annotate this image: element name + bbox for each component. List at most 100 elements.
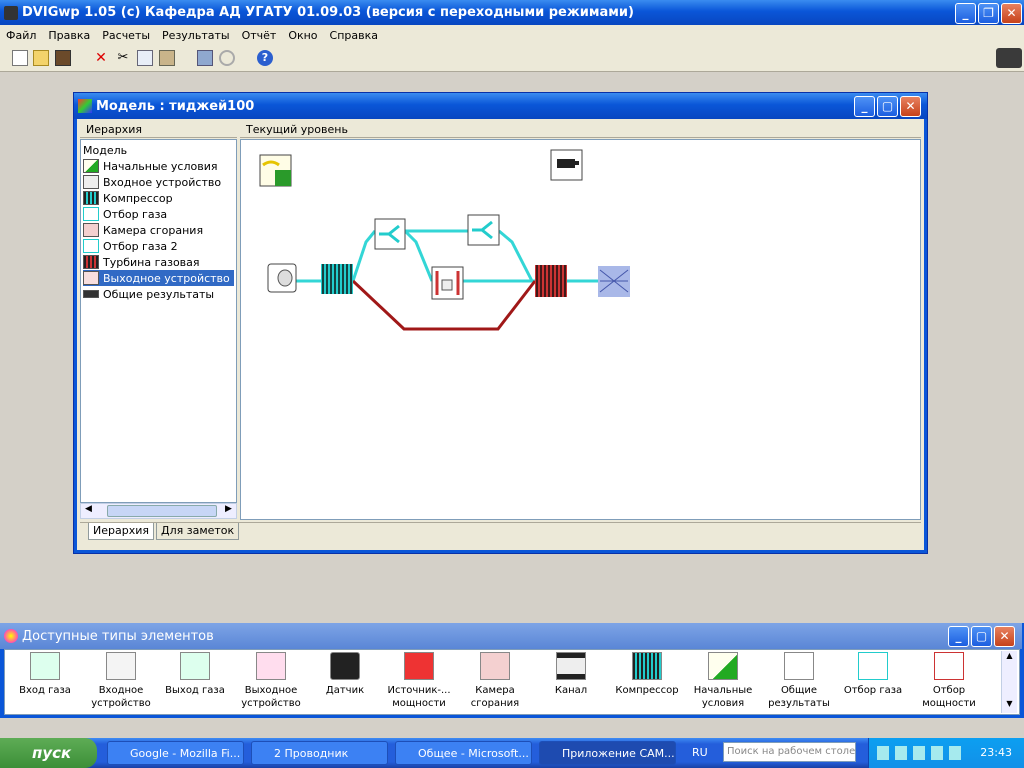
open-folder-icon[interactable] <box>33 50 49 66</box>
paste-icon[interactable] <box>159 50 175 66</box>
gas-line-compressor-bleed <box>351 230 377 282</box>
scroll-thumb[interactable] <box>107 505 217 517</box>
hierarchy-header: Иерархия <box>80 122 237 138</box>
sensor-icon <box>330 652 360 680</box>
inlet-device-icon <box>106 652 136 680</box>
palette-item-bleed[interactable]: Отбор газа <box>835 652 911 697</box>
help-icon[interactable]: ? <box>257 50 273 66</box>
palette-item-initial-conditions[interactable]: Начальные условия <box>685 652 761 710</box>
menu-window[interactable]: Окно <box>282 29 323 42</box>
tree-horizontal-scrollbar[interactable]: ◀ ▶ <box>80 503 237 519</box>
task-firefox[interactable]: Google - Mozilla Fi... <box>107 741 244 765</box>
tree-item-bleed[interactable]: Отбор газа <box>83 206 167 222</box>
turbine-icon <box>83 255 99 269</box>
combustor-icon <box>83 223 99 237</box>
delete-icon[interactable]: ✕ <box>93 50 109 66</box>
compressor-node[interactable] <box>321 264 353 294</box>
initial-conditions-node[interactable] <box>259 154 292 187</box>
palette-minimize-button[interactable]: _ <box>948 626 969 647</box>
language-indicator[interactable]: RU <box>692 746 708 759</box>
tree-item-inlet[interactable]: Входное устройство <box>83 174 221 190</box>
menu-results[interactable]: Результаты <box>156 29 236 42</box>
scroll-left-icon[interactable]: ◀ <box>81 504 96 518</box>
copy-icon[interactable] <box>137 50 153 66</box>
tray-icons[interactable] <box>877 746 967 760</box>
menu-file[interactable]: Файл <box>0 29 42 42</box>
palette-maximize-button[interactable]: ▢ <box>971 626 992 647</box>
palette-item-results[interactable]: Общие результаты <box>761 652 837 710</box>
model-close-button[interactable]: ✕ <box>900 96 921 117</box>
new-file-icon[interactable] <box>12 50 28 66</box>
tree-item-combustor[interactable]: Камера сгорания <box>83 222 203 238</box>
tree-item-bleed-2[interactable]: Отбор газа 2 <box>83 238 178 254</box>
nozzle-node[interactable] <box>598 266 630 297</box>
stop-icon[interactable] <box>219 50 235 66</box>
tree-item-turbine[interactable]: Турбина газовая <box>83 254 200 270</box>
model-window: Модель : тиджей100 _ ▢ ✕ Иерархия Текущи… <box>73 92 928 554</box>
palette-vertical-scrollbar[interactable]: ▲ ▼ <box>1001 651 1017 713</box>
model-minimize-button[interactable]: _ <box>854 96 875 117</box>
bleed-2-icon <box>83 239 99 253</box>
palette-item-combustor[interactable]: Камера сгорания <box>457 652 533 710</box>
properties-icon[interactable] <box>197 50 213 66</box>
start-button[interactable]: пуск <box>0 738 97 768</box>
app-title-bar: DVIGwp 1.05 (c) Кафедра АД УГАТУ 01.09.0… <box>0 0 1024 25</box>
palette-title-bar: Доступные типы элементов _ ▢ ✕ <box>0 623 1022 649</box>
hierarchy-tree: Модель Начальные условия Входное устройс… <box>80 139 237 503</box>
clock[interactable]: 23:43 <box>980 746 1012 759</box>
menu-calc[interactable]: Расчеты <box>96 29 156 42</box>
tree-item-compressor[interactable]: Компрессор <box>83 190 173 206</box>
model-canvas[interactable] <box>240 139 921 520</box>
palette-close-button[interactable]: ✕ <box>994 626 1015 647</box>
palette-item-channel[interactable]: Канал <box>533 652 609 697</box>
task-app-active[interactable]: Приложение CAM... <box>539 741 676 765</box>
menu-report[interactable]: Отчёт <box>236 29 283 42</box>
app-icon <box>4 5 18 20</box>
tab-notes[interactable]: Для заметок <box>156 523 240 540</box>
minimize-button[interactable]: _ <box>955 3 976 24</box>
engine-scheme-diagram <box>259 149 630 331</box>
tree-item-initial-conditions[interactable]: Начальные условия <box>83 158 217 174</box>
scroll-right-icon[interactable]: ▶ <box>221 504 236 518</box>
compressor-palette-icon <box>632 652 662 680</box>
tree-item-results[interactable]: Общие результаты <box>83 286 214 302</box>
palette-scroll-up-icon[interactable]: ▲ <box>1002 651 1017 665</box>
cut-icon[interactable]: ✂ <box>115 50 131 66</box>
palette-title: Доступные типы элементов <box>22 628 214 644</box>
bleed-2-node[interactable] <box>467 214 500 246</box>
bleed-node[interactable] <box>374 218 406 250</box>
close-button[interactable]: ✕ <box>1001 3 1022 24</box>
tree-item-nozzle[interactable]: Выходное устройство <box>83 270 234 286</box>
palette-scroll-down-icon[interactable]: ▼ <box>1002 699 1017 713</box>
palette-item-power-offtake[interactable]: Отбор мощности <box>911 652 987 710</box>
turbine-node[interactable] <box>535 265 567 297</box>
current-level-header: Текущий уровень <box>240 122 921 138</box>
menu-edit[interactable]: Правка <box>42 29 96 42</box>
maximize-button[interactable]: ❐ <box>978 3 999 24</box>
palette-item-power-source[interactable]: Источник-... мощности <box>381 652 457 710</box>
model-maximize-button[interactable]: ▢ <box>877 96 898 117</box>
results-node[interactable] <box>550 149 583 181</box>
tab-hierarchy[interactable]: Иерархия <box>88 523 154 540</box>
model-window-title: Модель : тиджей100 <box>96 98 255 114</box>
nozzle-icon <box>83 271 99 285</box>
menu-help[interactable]: Справка <box>324 29 384 42</box>
model-window-icon <box>78 99 92 113</box>
save-icon[interactable] <box>55 50 71 66</box>
taskbar: пуск Google - Mozilla Fi... 2 Проводник … <box>0 738 1024 768</box>
palette-item-nozzle[interactable]: Выходное устройство <box>233 652 309 710</box>
tree-root[interactable]: Модель <box>83 142 127 158</box>
palette-item-gas-outlet[interactable]: Выход газа <box>157 652 233 697</box>
palette-item-gas-inlet[interactable]: Вход газа <box>7 652 83 697</box>
combustor-node[interactable] <box>431 266 464 300</box>
inlet-node[interactable] <box>267 263 297 293</box>
task-word[interactable]: Общее - Microsoft... <box>395 741 532 765</box>
channel-icon <box>556 652 586 680</box>
desktop-search-input[interactable]: Поиск на рабочем столе <box>723 742 856 762</box>
task-explorer[interactable]: 2 Проводник <box>251 741 388 765</box>
palette-item-inlet[interactable]: Входное устройство <box>83 652 159 710</box>
menu-bar: Файл Правка Расчеты Результаты Отчёт Окн… <box>0 25 1024 45</box>
bleed-palette-icon <box>858 652 888 680</box>
palette-item-sensor[interactable]: Датчик <box>307 652 383 697</box>
palette-item-compressor[interactable]: Компрессор <box>609 652 685 697</box>
